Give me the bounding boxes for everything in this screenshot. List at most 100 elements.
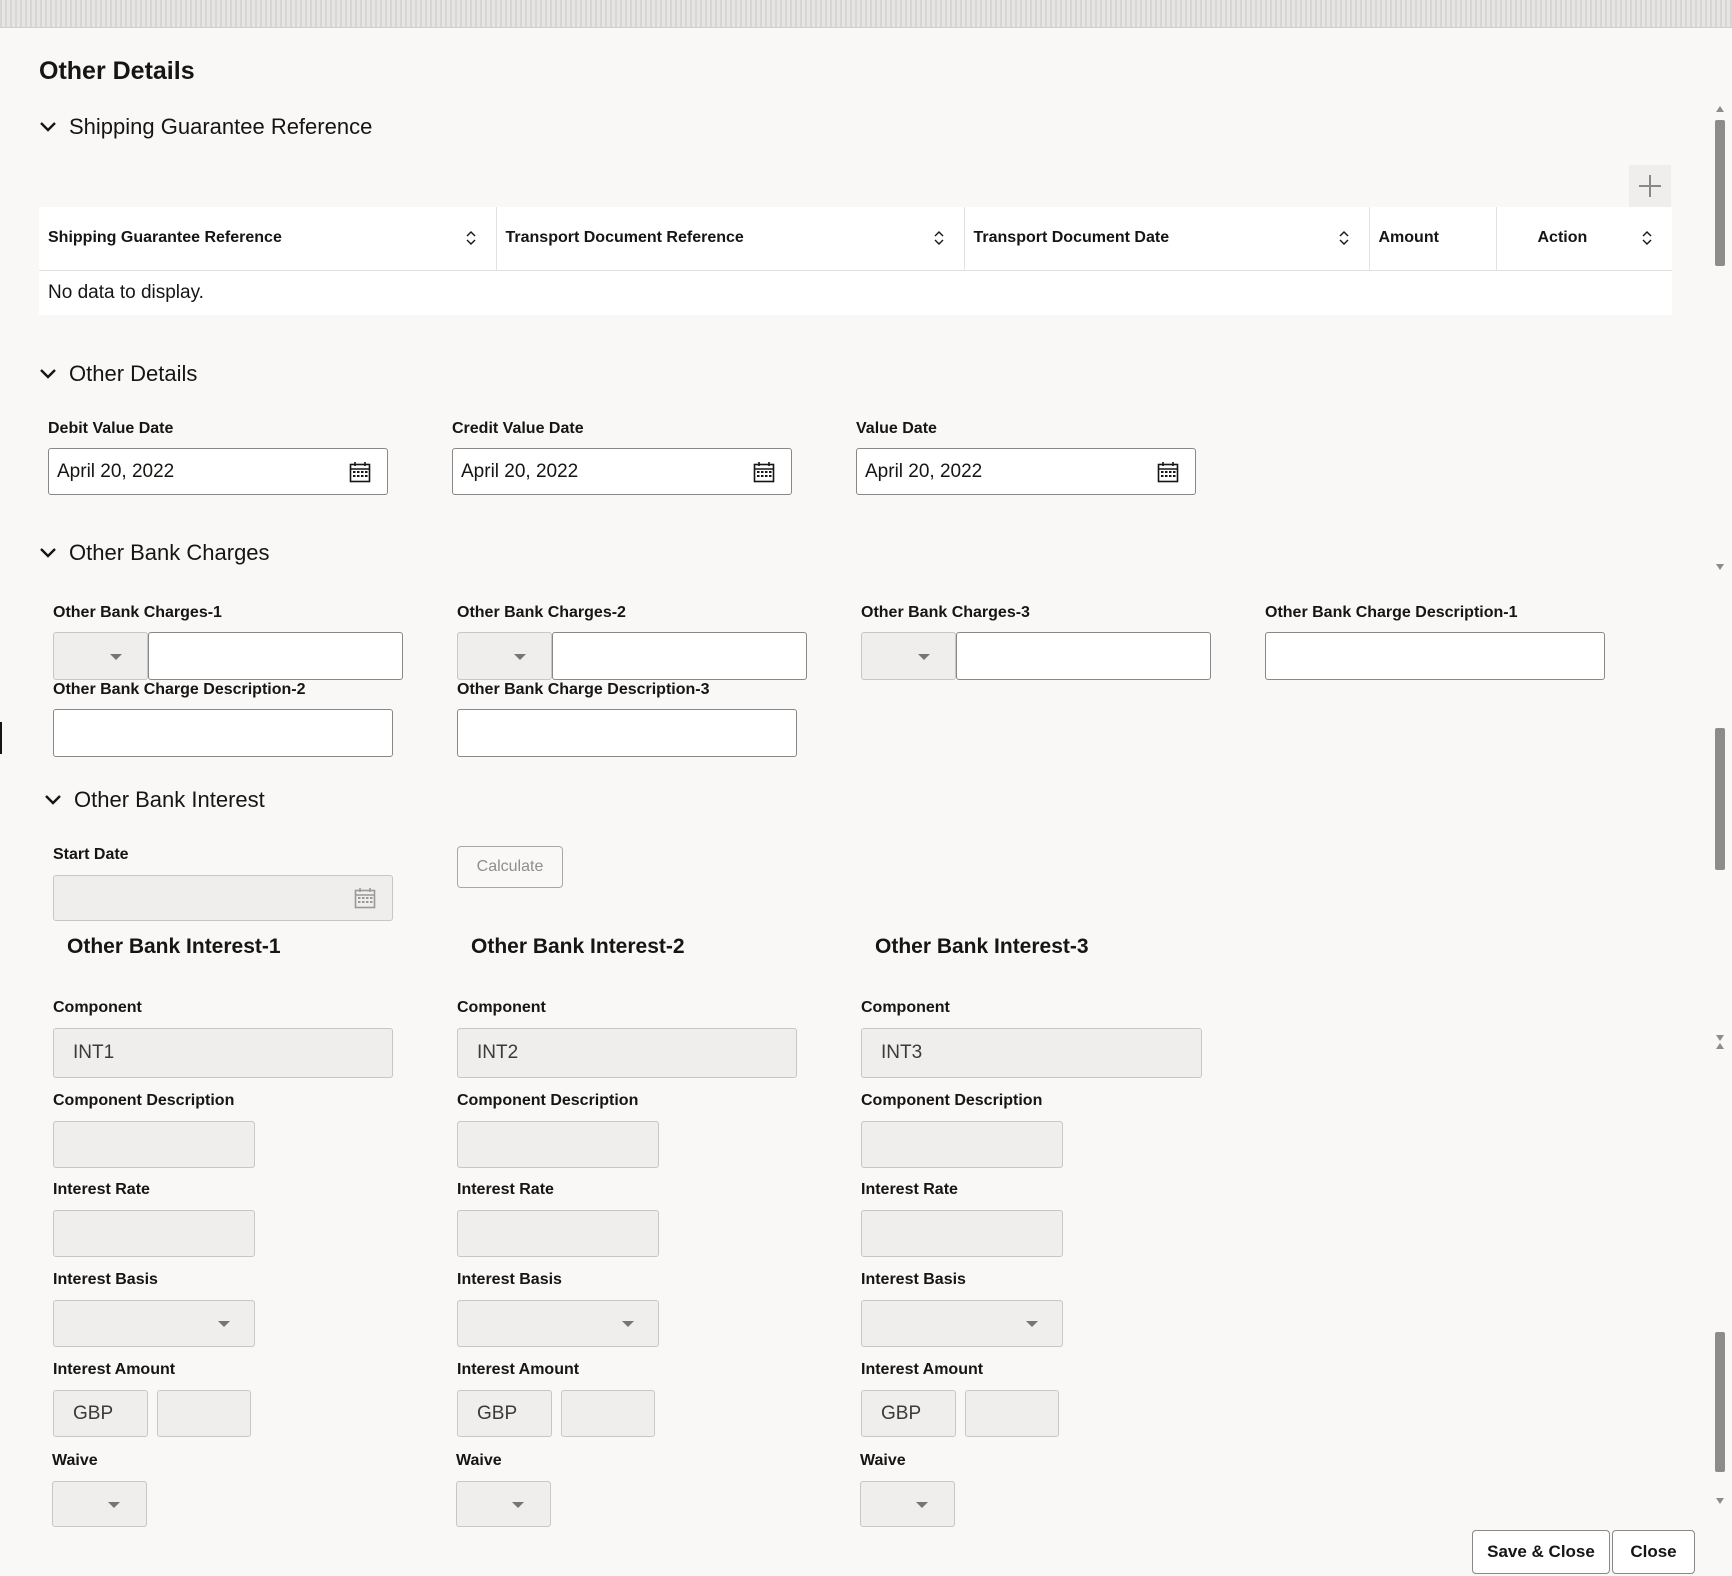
- close-button[interactable]: Close: [1612, 1530, 1695, 1574]
- waive-label: Waive: [860, 1452, 906, 1469]
- scroll-down-arrow-icon[interactable]: [1716, 1035, 1724, 1041]
- component-description-input-2[interactable]: [457, 1121, 659, 1168]
- no-data-message: No data to display.: [48, 281, 204, 303]
- other-bank-charges-3-currency-select[interactable]: [861, 632, 956, 680]
- interest-rate-input-2[interactable]: [457, 1210, 659, 1257]
- other-bank-charge-description-3-input[interactable]: [457, 709, 797, 757]
- component-label: Component: [457, 999, 546, 1016]
- waive-select-2[interactable]: [456, 1481, 551, 1527]
- caret-down-icon: [918, 654, 930, 660]
- calendar-icon[interactable]: [354, 887, 376, 909]
- waive-label: Waive: [456, 1452, 502, 1469]
- chevron-down-icon: [39, 365, 57, 383]
- other-bank-charge-description-2-input[interactable]: [53, 709, 393, 757]
- component-description-label: Component Description: [457, 1092, 639, 1109]
- component-description-label: Component Description: [861, 1092, 1043, 1109]
- column-header-transport-document-date[interactable]: Transport Document Date: [964, 207, 1370, 271]
- scrollbar-thumb[interactable]: [1715, 120, 1725, 266]
- column-header-shipping-guarantee-reference[interactable]: Shipping Guarantee Reference: [39, 207, 497, 271]
- interest-rate-input-3[interactable]: [861, 1210, 1063, 1257]
- window-top-strip: [0, 0, 1732, 28]
- inner-scrollbar[interactable]: [1713, 104, 1727, 572]
- interest-basis-label: Interest Basis: [457, 1271, 562, 1288]
- interest-amount-label: Interest Amount: [53, 1361, 176, 1378]
- value-date-input[interactable]: April 20, 2022: [856, 448, 1196, 495]
- scroll-up-arrow-icon[interactable]: [1716, 106, 1724, 112]
- scroll-down-arrow-icon[interactable]: [1716, 1498, 1724, 1504]
- interest-basis-label: Interest Basis: [861, 1271, 966, 1288]
- interest-amount-label: Interest Amount: [457, 1361, 580, 1378]
- waive-select-3[interactable]: [860, 1481, 955, 1527]
- caret-down-icon: [108, 1502, 120, 1508]
- interest-currency-1[interactable]: GBP: [53, 1390, 148, 1437]
- component-input-2[interactable]: INT2: [457, 1028, 797, 1078]
- other-bank-charges-2-amount-input[interactable]: [552, 632, 807, 680]
- component-label: Component: [53, 999, 142, 1016]
- section-title: Other Details: [69, 361, 198, 386]
- caret-down-icon: [1026, 1321, 1038, 1327]
- component-description-input-3[interactable]: [861, 1121, 1063, 1168]
- column-header-amount[interactable]: Amount: [1369, 207, 1497, 271]
- other-bank-charges-1-label: Other Bank Charges-1: [53, 604, 222, 621]
- other-bank-charges-1-amount-input[interactable]: [148, 632, 403, 680]
- credit-value-date-label: Credit Value Date: [452, 420, 584, 437]
- section-title: Other Bank Interest: [74, 787, 265, 812]
- interest-amount-input-3[interactable]: [965, 1390, 1059, 1437]
- other-bank-charges-1-currency-select[interactable]: [53, 632, 148, 680]
- section-header-shipping-guarantee[interactable]: Shipping Guarantee Reference: [39, 114, 372, 140]
- scrollbar-thumb[interactable]: [1715, 728, 1725, 870]
- other-bank-charges-3-amount-input[interactable]: [956, 632, 1211, 680]
- interest-2-title: Other Bank Interest-2: [471, 935, 685, 958]
- component-input-1[interactable]: INT1: [53, 1028, 393, 1078]
- interest-rate-input-1[interactable]: [53, 1210, 255, 1257]
- scroll-down-arrow-icon[interactable]: [1716, 564, 1724, 570]
- other-bank-charges-3-label: Other Bank Charges-3: [861, 604, 1030, 621]
- column-header-transport-document-reference[interactable]: Transport Document Reference: [496, 207, 965, 271]
- interest-1-title: Other Bank Interest-1: [67, 935, 281, 958]
- other-bank-charge-description-1-input[interactable]: [1265, 632, 1605, 680]
- interest-amount-input-1[interactable]: [157, 1390, 251, 1437]
- interest-currency-2[interactable]: GBP: [457, 1390, 552, 1437]
- debit-value-date-input[interactable]: April 20, 2022: [48, 448, 388, 495]
- other-bank-charges-2-currency-select[interactable]: [457, 632, 552, 680]
- scroll-up-arrow-icon[interactable]: [1716, 1043, 1724, 1049]
- interest-basis-select-1[interactable]: [53, 1300, 255, 1347]
- plus-icon: [1639, 175, 1661, 197]
- interest-basis-select-3[interactable]: [861, 1300, 1063, 1347]
- component-input-3[interactable]: INT3: [861, 1028, 1202, 1078]
- calendar-icon[interactable]: [349, 461, 371, 483]
- interest-3-title: Other Bank Interest-3: [875, 935, 1089, 958]
- interest-amount-label: Interest Amount: [861, 1361, 984, 1378]
- calendar-icon[interactable]: [753, 461, 775, 483]
- other-bank-charges-2-label: Other Bank Charges-2: [457, 604, 626, 621]
- section-header-other-bank-charges[interactable]: Other Bank Charges: [39, 540, 270, 566]
- column-header-action[interactable]: Action: [1496, 207, 1672, 271]
- outer-scrollbar[interactable]: [1713, 720, 1727, 1536]
- caret-down-icon: [916, 1502, 928, 1508]
- calculate-button[interactable]: Calculate: [457, 846, 563, 888]
- calendar-icon[interactable]: [1157, 461, 1179, 483]
- start-date-input[interactable]: [53, 875, 393, 921]
- interest-basis-select-2[interactable]: [457, 1300, 659, 1347]
- section-header-other-details[interactable]: Other Details: [39, 361, 197, 387]
- section-title: Shipping Guarantee Reference: [69, 114, 373, 139]
- scrollbar-thumb[interactable]: [1715, 1332, 1725, 1472]
- sort-icon: [934, 231, 943, 246]
- interest-rate-label: Interest Rate: [457, 1181, 554, 1198]
- waive-select-1[interactable]: [52, 1481, 147, 1527]
- other-bank-charge-description-3-label: Other Bank Charge Description-3: [457, 681, 710, 698]
- interest-amount-input-2[interactable]: [561, 1390, 655, 1437]
- component-description-input-1[interactable]: [53, 1121, 255, 1168]
- sort-icon: [1339, 231, 1348, 246]
- start-date-label: Start Date: [53, 846, 129, 863]
- component-description-label: Component Description: [53, 1092, 235, 1109]
- waive-label: Waive: [52, 1452, 98, 1469]
- left-edge-marker: [0, 722, 2, 754]
- debit-value-date-label: Debit Value Date: [48, 420, 174, 437]
- interest-currency-3[interactable]: GBP: [861, 1390, 956, 1437]
- sort-icon: [466, 231, 475, 246]
- section-header-other-bank-interest[interactable]: Other Bank Interest: [44, 787, 265, 813]
- add-row-button[interactable]: [1629, 165, 1671, 207]
- credit-value-date-input[interactable]: April 20, 2022: [452, 448, 792, 495]
- save-and-close-button[interactable]: Save & Close: [1472, 1530, 1610, 1574]
